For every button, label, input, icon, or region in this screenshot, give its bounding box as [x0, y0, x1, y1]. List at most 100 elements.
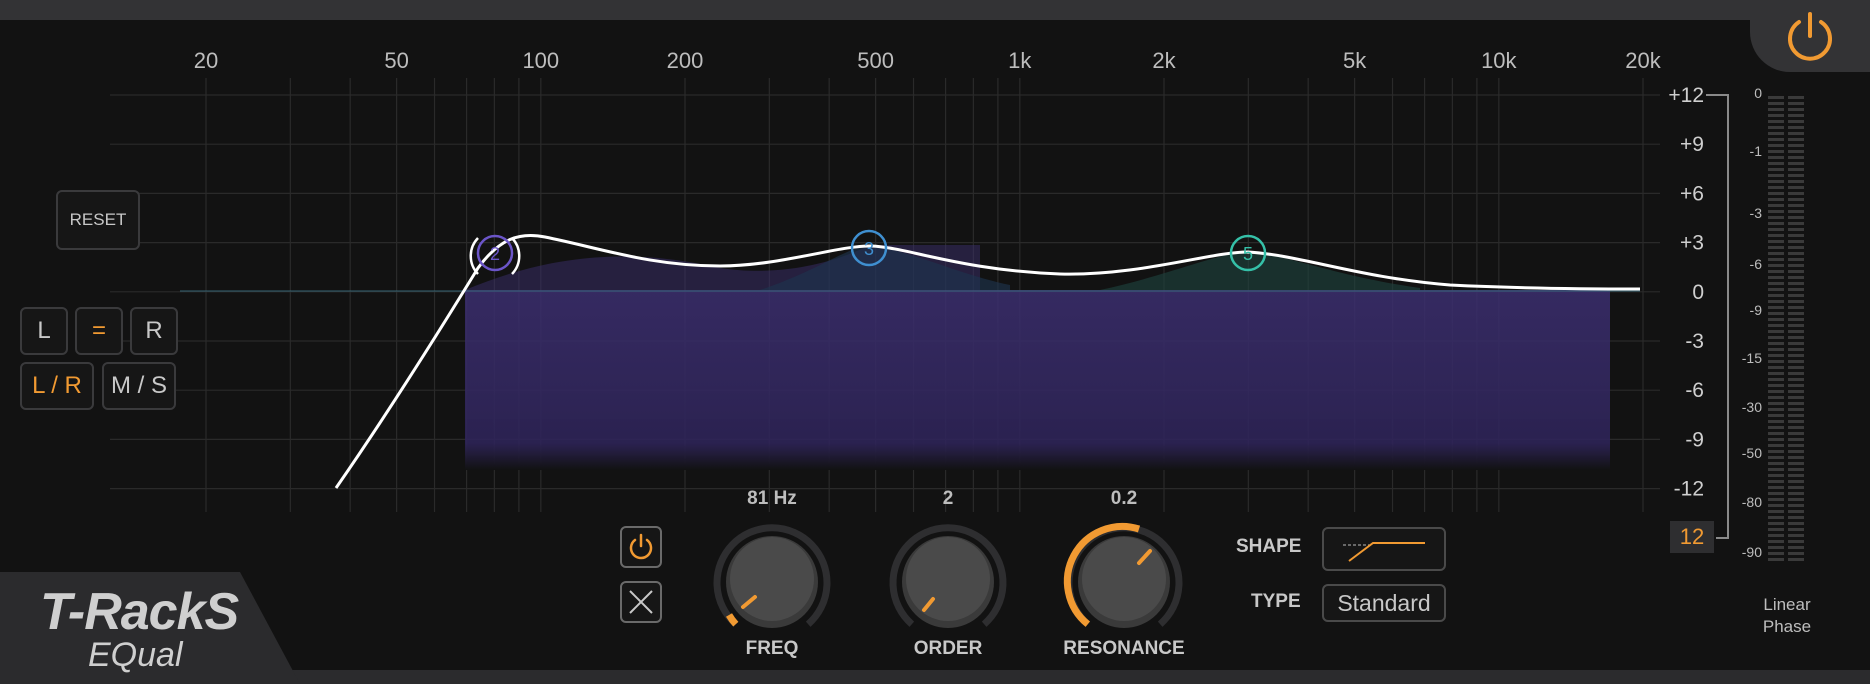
meter-segment [1768, 156, 1784, 159]
type-selector[interactable]: Standard [1322, 584, 1446, 622]
order-knob[interactable] [881, 515, 1015, 649]
meter-segment [1768, 456, 1784, 459]
meter-segment [1768, 348, 1784, 351]
meter-segment [1788, 348, 1804, 351]
freq-value: 81 Hz [747, 488, 797, 509]
meter-segment [1768, 342, 1784, 345]
meter-segment [1768, 132, 1784, 135]
meter-segment [1788, 294, 1804, 297]
resonance-knob[interactable] [1057, 515, 1191, 649]
frequency-tick-label: 10k [1481, 48, 1517, 73]
freq-knob[interactable] [705, 515, 839, 649]
gain-tick-label: -12 [1674, 478, 1704, 501]
meter-segment [1788, 180, 1804, 183]
meter-segment [1768, 510, 1784, 513]
meter-segment [1768, 120, 1784, 123]
meter-scale-label: 0 [1754, 85, 1762, 101]
resonance-label: RESONANCE [1063, 638, 1185, 659]
reset-button[interactable]: RESET [56, 190, 140, 250]
frequency-tick-label: 50 [384, 48, 408, 73]
meter-segment [1768, 552, 1784, 555]
freq-label: FREQ [745, 638, 799, 659]
meter-segment [1768, 366, 1784, 369]
frequency-tick-label: 500 [857, 48, 894, 73]
meter-segment [1768, 492, 1784, 495]
meter-segment [1768, 402, 1784, 405]
link-channels-button[interactable]: = [75, 307, 123, 355]
meter-segment [1768, 270, 1784, 273]
meter-segment [1768, 372, 1784, 375]
gain-tick-label: -3 [1685, 330, 1704, 353]
meter-segment [1768, 102, 1784, 105]
gain-tick-label: +12 [1668, 84, 1704, 107]
meter-segment [1768, 528, 1784, 531]
meter-segment [1788, 468, 1804, 471]
meter-segment [1788, 330, 1804, 333]
meter-segment [1768, 240, 1784, 243]
band-delete-button[interactable] [620, 581, 662, 623]
meter-segment [1788, 474, 1804, 477]
gain-tick-label: -9 [1685, 428, 1704, 451]
lr-mode-button[interactable]: L / R [20, 362, 94, 410]
frequency-axis: 20 50 100 200 500 1k 2k 5k 10k 20k [194, 48, 1662, 73]
meter-segment [1788, 462, 1804, 465]
meter-segment [1788, 192, 1804, 195]
meter-segment [1768, 264, 1784, 267]
meter-scale-label: -30 [1741, 399, 1762, 415]
meter-segment [1768, 522, 1784, 525]
close-icon [629, 590, 653, 614]
meter-segment [1788, 306, 1804, 309]
frequency-tick-label: 20k [1625, 48, 1661, 73]
meter-segment [1768, 432, 1784, 435]
left-channel-button[interactable]: L [20, 307, 68, 355]
meter-segment [1788, 486, 1804, 489]
level-meter [1768, 96, 1804, 561]
meter-segment [1768, 282, 1784, 285]
meter-segment [1768, 330, 1784, 333]
meter-segment [1788, 210, 1804, 213]
band-number-3: 3 [864, 239, 874, 259]
frequency-tick-label: 20 [194, 48, 218, 73]
meter-segment [1768, 438, 1784, 441]
meter-segment [1788, 108, 1804, 111]
meter-segment [1788, 222, 1804, 225]
meter-segment [1788, 354, 1804, 357]
meter-segment [1768, 186, 1784, 189]
frequency-tick-label: 5k [1343, 48, 1367, 73]
meter-segment [1768, 210, 1784, 213]
meter-segment [1768, 504, 1784, 507]
meter-segment [1788, 300, 1804, 303]
meter-segment [1768, 534, 1784, 537]
meter-segment [1788, 150, 1804, 153]
type-label: TYPE [1251, 591, 1301, 612]
meter-segment [1768, 162, 1784, 165]
gain-axis: +12 +9 +6 +3 0 -3 -6 -9 -12 [1668, 84, 1704, 501]
meter-segment [1768, 516, 1784, 519]
meter-segment [1788, 498, 1804, 501]
frequency-tick-label: 1k [1008, 48, 1032, 73]
meter-scale-label: -6 [1749, 256, 1762, 272]
meter-segment [1768, 414, 1784, 417]
meter-segment [1768, 144, 1784, 147]
meter-segment [1788, 114, 1804, 117]
shape-selector[interactable] [1322, 527, 1446, 571]
ms-mode-button[interactable]: M / S [102, 362, 176, 410]
meter-segment [1768, 180, 1784, 183]
range-selector[interactable]: 12 [1670, 521, 1714, 553]
meter-segment [1788, 198, 1804, 201]
meter-segment [1788, 216, 1804, 219]
meter-segment [1768, 204, 1784, 207]
high-pass-shape-icon [1343, 542, 1425, 562]
meter-segment [1788, 156, 1804, 159]
meter-segment [1768, 444, 1784, 447]
meter-segment [1788, 402, 1804, 405]
meter-segment [1788, 228, 1804, 231]
linear-phase-button[interactable]: Linear Phase [1752, 594, 1822, 638]
gain-tick-label: +9 [1680, 133, 1704, 156]
linear-phase-line1: Linear [1763, 595, 1811, 614]
meter-segment [1768, 126, 1784, 129]
right-channel-button[interactable]: R [130, 307, 178, 355]
meter-segment [1768, 480, 1784, 483]
band-enable-button[interactable] [620, 526, 662, 568]
meter-segment [1768, 228, 1784, 231]
